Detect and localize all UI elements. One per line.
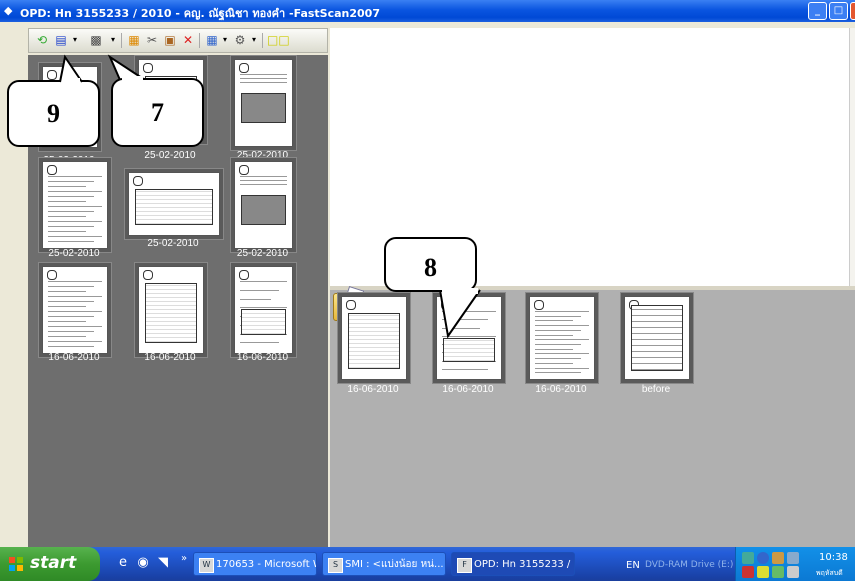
display-tray-icon[interactable]	[787, 566, 799, 578]
drive-toolbar-label[interactable]: DVD-RAM Drive (E:)	[645, 560, 733, 570]
thumbnail-date-label: 25-02-2010	[144, 150, 196, 161]
left-thumbnail[interactable]	[230, 55, 297, 151]
thumbnail-date-label: 16-06-2010	[48, 352, 100, 363]
network-tray-icon[interactable]	[742, 552, 754, 564]
left-thumbnail[interactable]	[230, 262, 297, 358]
start-label: start	[30, 553, 77, 573]
bottom-thumbnail[interactable]	[432, 292, 506, 384]
thumbnail-date-label: 25-02-2010	[48, 248, 100, 259]
dropdown-arrow-icon[interactable]: ▾	[221, 32, 229, 48]
left-thumbnail[interactable]	[230, 157, 297, 253]
cut-icon[interactable]: ✂	[144, 32, 160, 48]
monitor-tray-icon[interactable]	[757, 552, 769, 564]
main-toolbar: ⟲ ▤ ▾ ▩ ▾ ▦ ✂ ▣ ✕ ▦ ▾ ⚙ ▾ □□	[28, 28, 328, 53]
fastscan-app-icon: F	[457, 558, 472, 573]
thumbnail-date-label: 16-06-2010	[236, 352, 289, 363]
document-page-image	[138, 266, 204, 354]
document-page-image	[234, 59, 293, 147]
antivirus-tray-icon[interactable]	[742, 566, 754, 578]
thumbnail-date-label: 16-06-2010	[144, 352, 196, 363]
two-pages-icon[interactable]: □□	[267, 32, 290, 48]
printer-tray-icon[interactable]	[772, 552, 784, 564]
save-icon[interactable]: ▤	[53, 32, 69, 48]
window-titlebar[interactable]: ◆ OPD: Hn 3155233 / 2010 - คญ. ณัฐณิชา ท…	[0, 0, 855, 22]
properties-icon[interactable]: ▦	[126, 32, 142, 48]
document-page-image	[234, 266, 293, 354]
task-label: OPD: Hn 3155233 / 2...	[474, 559, 574, 570]
document-page-image	[341, 296, 407, 380]
smi-app-icon: S	[328, 558, 343, 573]
callout-9-joint	[62, 78, 80, 84]
windows-flag-icon	[9, 557, 23, 571]
speaker-tray-icon[interactable]	[757, 566, 769, 578]
security-tray-icon[interactable]	[772, 566, 784, 578]
minimize-button[interactable]: _	[808, 2, 827, 20]
thumbnail-date-label: before	[641, 384, 671, 395]
settings-icon[interactable]: ⚙	[232, 32, 248, 48]
quicklaunch-more-chevron[interactable]: »	[176, 551, 192, 567]
safely-remove-tray-icon[interactable]	[787, 552, 799, 564]
task-label: SMI : <แบ่งน้อย หน่...	[345, 559, 444, 570]
taskbar-task-word[interactable]: W 170653 - Microsoft W...	[193, 552, 317, 576]
clock-day: พฤหัสบดี	[816, 569, 843, 577]
window-title: OPD: Hn 3155233 / 2010 - คญ. ณัฐณิชา ทอง…	[20, 7, 380, 20]
refresh-icon[interactable]: ⟲	[34, 32, 50, 48]
bottom-thumbnail[interactable]	[620, 292, 694, 384]
thumbnail-date-label: 25-02-2010	[236, 248, 289, 259]
document-page-image	[624, 296, 690, 380]
callout-8-joint	[442, 288, 478, 294]
bottom-thumbnail[interactable]	[525, 292, 599, 384]
ie-quicklaunch-icon[interactable]: e	[115, 555, 131, 571]
desktop-quicklaunch-icon[interactable]: ◥	[155, 555, 171, 571]
word-doc-icon: W	[199, 558, 214, 573]
document-page-image	[128, 172, 220, 236]
thumbnail-date-label: 25-02-2010	[147, 238, 199, 249]
taskbar-task-fastscan[interactable]: F OPD: Hn 3155233 / 2...	[451, 552, 575, 576]
system-tray: 10:38 พฤหัสบดี	[735, 547, 855, 581]
fastscan-app-icon: ◆	[4, 4, 13, 17]
dropdown-arrow-icon[interactable]: ▾	[250, 32, 258, 48]
callout-7: 7	[111, 78, 204, 147]
close-button[interactable]	[850, 2, 855, 20]
bottom-thumbnail[interactable]	[337, 292, 411, 384]
toolbar-separator	[262, 33, 263, 48]
callout-7-joint	[122, 76, 143, 82]
taskbar-task-smi[interactable]: S SMI : <แบ่งน้อย หน่...	[322, 552, 446, 576]
task-label: 170653 - Microsoft W...	[216, 559, 316, 570]
toolbar-separator	[199, 33, 200, 48]
dropdown-arrow-icon[interactable]: ▾	[71, 32, 79, 48]
toolbar-separator	[121, 33, 122, 48]
thumbnail-date-label: 16-06-2010	[347, 384, 399, 395]
document-page-image	[234, 161, 293, 249]
media-quicklaunch-icon[interactable]: ◉	[135, 555, 151, 571]
thumbnail-date-label: 16-06-2010	[535, 384, 587, 395]
document-page-image	[42, 161, 108, 249]
language-indicator[interactable]: EN	[626, 560, 640, 571]
maximize-button[interactable]: □	[829, 2, 848, 20]
thumbnail-date-label: 16-06-2010	[442, 384, 494, 395]
left-thumbnail[interactable]	[124, 168, 224, 240]
grid-icon[interactable]: ▦	[204, 32, 220, 48]
paste-icon[interactable]: ▣	[162, 32, 178, 48]
document-page-image	[42, 266, 108, 354]
document-page-image	[529, 296, 595, 380]
start-button[interactable]: start	[0, 547, 100, 581]
clock-time[interactable]: 10:38	[819, 552, 848, 563]
left-thumbnail[interactable]	[38, 262, 112, 358]
scanner-icon[interactable]: ▩	[85, 32, 107, 48]
document-page-image	[436, 296, 502, 380]
callout-8: 8	[384, 237, 477, 292]
delete-icon[interactable]: ✕	[180, 32, 196, 48]
callout-9: 9	[7, 80, 100, 147]
dropdown-arrow-icon[interactable]: ▾	[109, 32, 117, 48]
preview-scrollbar[interactable]	[849, 28, 855, 286]
left-thumbnail[interactable]	[134, 262, 208, 358]
left-thumbnail[interactable]	[38, 157, 112, 253]
